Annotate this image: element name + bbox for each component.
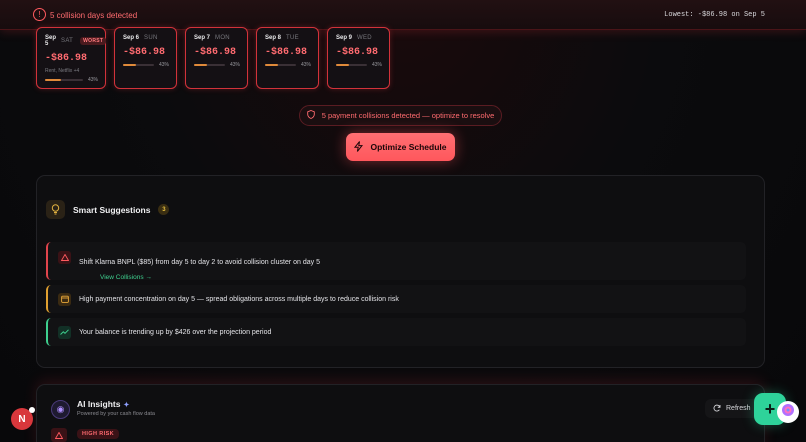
day-amount: -$86.98 <box>265 47 308 58</box>
day-weekday: MON <box>215 35 230 41</box>
collision-header-title: 5 collision days detected <box>50 11 138 20</box>
suggestion-text: Your balance is trending up by $426 over… <box>79 328 272 336</box>
day-progress-bar <box>123 64 154 66</box>
optimize-schedule-button[interactable]: Optimize Schedule <box>346 133 455 161</box>
sparkle-icon: ✦ <box>123 402 130 409</box>
refresh-label: Refresh <box>726 405 751 412</box>
day-weekday: WED <box>357 35 372 41</box>
refresh-icon <box>713 404 721 414</box>
day-card-sep-6[interactable]: Sep 6 SUN -$86.98 43% <box>114 27 177 89</box>
suggestion-text: High payment concentration on day 5 — sp… <box>79 295 399 303</box>
smart-suggestions-card: Smart Suggestions 3 Shift Klarna BNPL ($… <box>36 175 765 368</box>
day-progress-bar <box>45 79 83 81</box>
day-date: Sep 8 <box>265 35 282 41</box>
shield-icon <box>306 110 315 121</box>
day-weekday: SUN <box>144 35 158 41</box>
avatar[interactable]: N <box>11 407 35 430</box>
day-percent: 43% <box>300 62 311 68</box>
day-date: Sep 5 <box>45 35 57 47</box>
day-progress-fill <box>45 79 62 81</box>
smart-suggestions-title: Smart Suggestions <box>73 204 151 215</box>
day-percent: 43% <box>371 62 382 68</box>
day-progress-bar <box>194 64 225 66</box>
status-dot <box>29 407 35 413</box>
day-percent: 43% <box>158 62 169 68</box>
brain-icon: ◉ <box>51 400 70 419</box>
suggestion-text: Shift Klarna BNPL ($85) from day 5 to da… <box>79 259 320 266</box>
collision-summary-pill: 5 payment collisions detected — optimize… <box>299 105 502 126</box>
day-amount: -$86.98 <box>194 47 237 58</box>
day-weekday: TUE <box>286 35 299 41</box>
day-weekday: SAT <box>61 38 74 44</box>
suggestion-item[interactable]: High payment concentration on day 5 — sp… <box>46 285 746 313</box>
day-card-sep-8[interactable]: Sep 8 TUE -$86.98 43% <box>256 27 319 89</box>
day-progress-fill <box>194 64 208 66</box>
ai-insights-title: AI Insights ✦ <box>77 399 130 409</box>
day-percent: 43% <box>87 77 98 83</box>
suggestion-count-badge: 3 <box>158 204 170 215</box>
day-amount: -$86.98 <box>123 47 166 58</box>
lightbulb-icon <box>46 200 65 219</box>
day-bills: Rent, Netflix +4 <box>45 68 80 74</box>
day-amount: -$86.98 <box>336 47 379 58</box>
day-date: Sep 7 <box>194 35 211 41</box>
day-card-sep-7[interactable]: Sep 7 MON -$86.98 43% <box>185 27 248 89</box>
day-date: Sep 9 <box>336 35 353 41</box>
lightning-icon <box>354 140 364 154</box>
view-collisions-link[interactable]: View Collisions → <box>100 274 320 281</box>
day-amount: -$86.98 <box>45 53 88 64</box>
refresh-button[interactable]: Refresh <box>705 399 759 418</box>
ai-insights-card: ◉ AI Insights ✦ Powered by your cash flow… <box>36 384 765 442</box>
collision-header: ! 5 collision days detected Lowest: -$86… <box>0 0 806 30</box>
worst-badge: WORST <box>80 37 107 45</box>
day-progress-fill <box>336 64 350 66</box>
suggestion-item[interactable]: Shift Klarna BNPL ($85) from day 5 to da… <box>46 242 746 281</box>
collision-summary-text: 5 payment collisions detected — optimize… <box>321 111 495 120</box>
alert-icon: ! <box>33 8 46 21</box>
ai-insights-subtitle: Powered by your cash flow data <box>77 411 155 417</box>
day-date: Sep 6 <box>123 35 140 41</box>
ai-assistant-button[interactable] <box>777 401 799 423</box>
avatar-initial: N <box>18 413 26 425</box>
lowest-balance-label: Lowest: -$86.98 on Sep 5 <box>664 11 765 19</box>
day-progress-bar <box>265 64 296 66</box>
calendar-icon <box>58 292 71 306</box>
collision-days-row: Sep 5 SAT WORST -$86.98 Rent, Netflix +4… <box>36 27 390 89</box>
optimize-schedule-label: Optimize Schedule <box>370 142 447 152</box>
trending-up-icon <box>58 325 71 339</box>
warning-icon <box>58 251 71 264</box>
suggestion-item[interactable]: Your balance is trending up by $426 over… <box>46 318 746 346</box>
day-progress-bar <box>336 64 367 66</box>
day-card-sep-5[interactable]: Sep 5 SAT WORST -$86.98 Rent, Netflix +4… <box>36 27 107 89</box>
day-progress-fill <box>265 64 279 66</box>
day-progress-fill <box>123 64 137 66</box>
high-risk-badge: HIGH RISK <box>77 429 120 439</box>
day-card-sep-9[interactable]: Sep 9 WED -$86.98 43% <box>327 27 390 89</box>
day-percent: 43% <box>229 62 240 68</box>
warning-icon <box>51 428 67 442</box>
assistant-icon <box>781 403 795 422</box>
